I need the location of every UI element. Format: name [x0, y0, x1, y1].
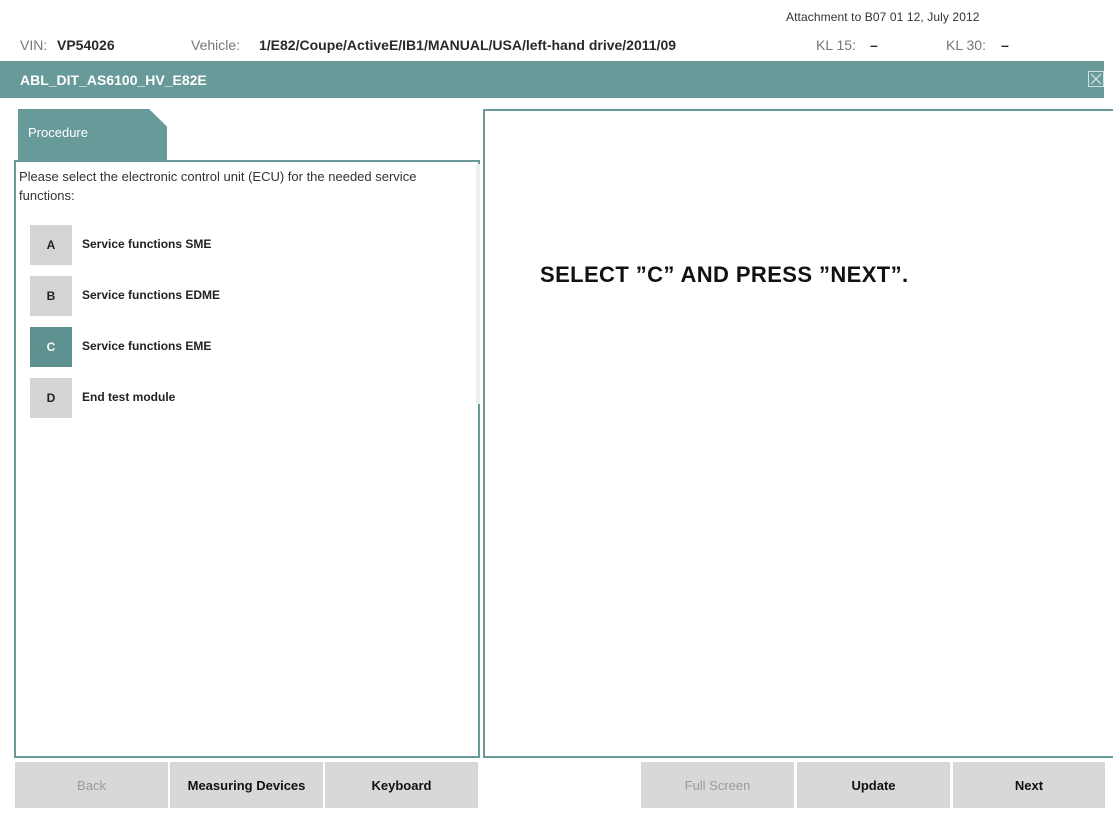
procedure-panel: Please select the electronic control uni…	[14, 160, 480, 758]
instruction-text: SELECT ”C” AND PRESS ”NEXT”.	[540, 262, 909, 287]
panel-splitter[interactable]	[476, 164, 480, 404]
procedure-prompt: Please select the electronic control uni…	[19, 169, 417, 203]
kl15-value: –	[870, 37, 878, 53]
full-screen-button[interactable]: Full Screen	[641, 762, 794, 808]
content-panel	[483, 109, 1113, 758]
tab-procedure-label: Procedure	[28, 125, 88, 140]
vehicle-info-bar: VIN: VP54026 Vehicle: 1/E82/Coupe/Active…	[0, 30, 1113, 60]
next-button[interactable]: Next	[953, 762, 1105, 808]
option-d-key[interactable]: D	[30, 378, 72, 418]
option-b-label[interactable]: Service functions EDME	[82, 288, 220, 302]
option-c[interactable]: C Service functions EME	[30, 327, 450, 367]
keyboard-button[interactable]: Keyboard	[325, 762, 478, 808]
option-a[interactable]: A Service functions SME	[30, 225, 450, 265]
vehicle-label: Vehicle:	[191, 37, 241, 53]
window-title: ABL_DIT_AS6100_HV_E82E	[20, 72, 207, 88]
measuring-devices-button[interactable]: Measuring Devices	[170, 762, 323, 808]
option-a-key[interactable]: A	[30, 225, 72, 265]
attachment-note: Attachment to B07 01 12, July 2012	[786, 10, 980, 24]
option-d[interactable]: D End test module	[30, 378, 450, 418]
window-title-bar: ABL_DIT_AS6100_HV_E82E	[0, 61, 1104, 98]
option-c-key[interactable]: C	[30, 327, 72, 367]
option-d-label[interactable]: End test module	[82, 390, 175, 404]
update-button[interactable]: Update	[797, 762, 950, 808]
kl30-value: –	[1001, 37, 1009, 53]
vin-value: VP54026	[57, 37, 115, 53]
vehicle-value: 1/E82/Coupe/ActiveE/IB1/MANUAL/USA/left-…	[259, 37, 677, 53]
option-b[interactable]: B Service functions EDME	[30, 276, 450, 316]
option-b-key[interactable]: B	[30, 276, 72, 316]
tab-procedure[interactable]: Procedure	[18, 109, 167, 161]
option-a-label[interactable]: Service functions SME	[82, 237, 211, 251]
kl15-label: KL 15:	[816, 37, 856, 53]
option-c-label[interactable]: Service functions EME	[82, 339, 211, 353]
close-box-icon[interactable]	[1088, 71, 1104, 87]
back-button[interactable]: Back	[15, 762, 168, 808]
kl30-label: KL 30:	[946, 37, 986, 53]
vin-label: VIN:	[20, 37, 48, 53]
